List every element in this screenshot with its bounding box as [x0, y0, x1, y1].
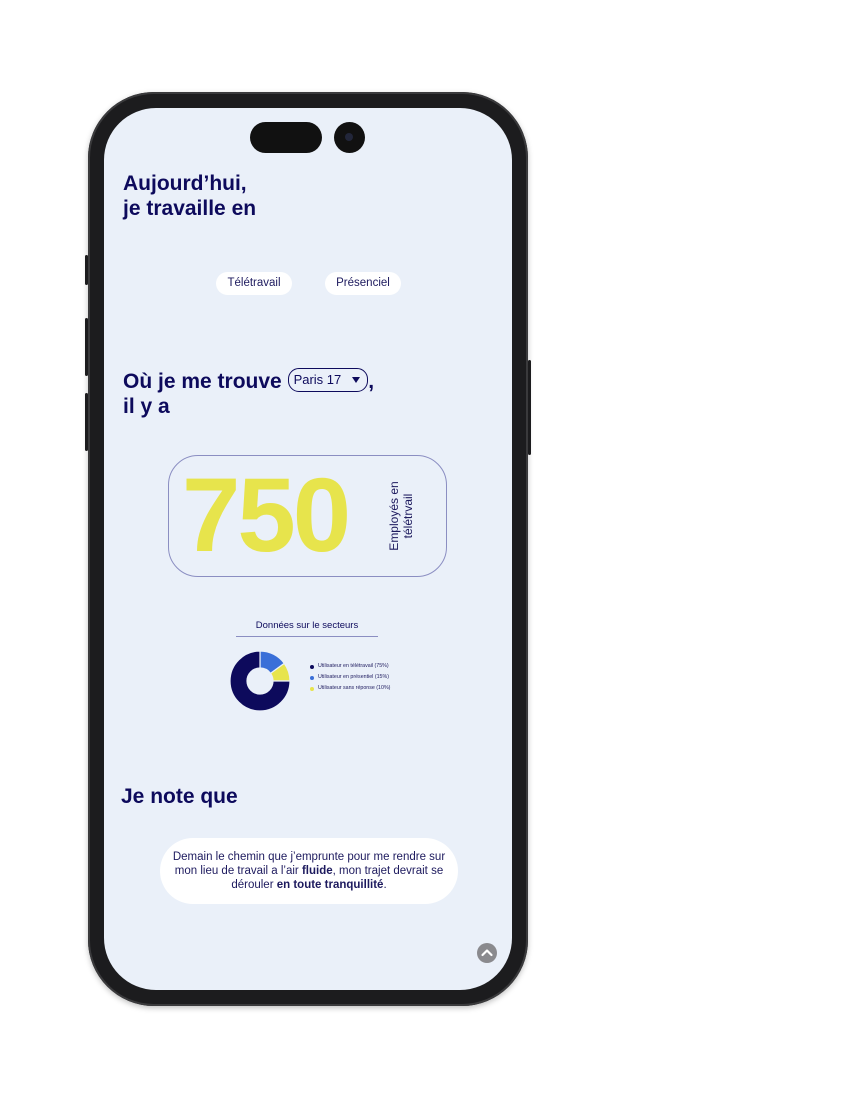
- dynamic-island: [250, 122, 322, 153]
- location-prefix: Où je me trouve: [123, 370, 282, 393]
- chevron-up-icon: [481, 949, 493, 957]
- legend-item: Utilisateur en présentiel (15%): [310, 672, 390, 683]
- phone-volume-up: [85, 318, 88, 376]
- location-suffix: ,: [368, 370, 375, 393]
- front-camera-icon: [334, 122, 365, 153]
- counter-label-wrap: Employés en télétrvail: [387, 478, 429, 554]
- legend-dot: [310, 675, 314, 680]
- sector-data-divider: [236, 636, 378, 637]
- headline-line1: Aujourd’hui,: [123, 172, 247, 195]
- sector-legend: Utilisateur en télétravail (75%) Utilisa…: [310, 661, 390, 694]
- location-select-value: Paris 17: [293, 372, 342, 388]
- legend-label: Utilisateur en présentiel (15%): [318, 674, 389, 680]
- note-heading: Je note que: [121, 785, 238, 808]
- headline-line2: je travaille en: [123, 197, 257, 220]
- note-part3: .: [383, 879, 387, 891]
- phone-power-button: [528, 360, 531, 455]
- option-presenciel-button[interactable]: Présenciel: [325, 272, 401, 295]
- phone-side-button: [85, 255, 88, 285]
- note-bold2: en toute tranquillité: [276, 879, 384, 891]
- caret-down-icon: [352, 377, 361, 384]
- phone-volume-down: [85, 393, 88, 451]
- location-line1: Où je me trouve Paris 17 ,: [123, 368, 375, 394]
- legend-item: Utilisateur en télétravail (75%): [310, 661, 390, 672]
- counter-label: Employés en télétrvail: [387, 481, 415, 551]
- note-text: Demain le chemin que j’emprunte pour me …: [160, 850, 458, 892]
- scroll-top-button[interactable]: [477, 943, 497, 963]
- location-select[interactable]: Paris 17: [287, 368, 369, 393]
- remote-workers-counter: 750 Employés en télétrvail: [168, 455, 447, 577]
- note-bold1: fluide: [301, 865, 333, 877]
- counter-value: 750: [182, 457, 351, 574]
- option-teletravail-button[interactable]: Télétravail: [216, 272, 292, 295]
- note-card: Demain le chemin que j’emprunte pour me …: [160, 838, 458, 904]
- location-heading: Où je me trouve Paris 17 , il y a: [123, 368, 375, 419]
- legend-dot: [310, 686, 314, 691]
- legend-item: Utilisateur sans réponse (10%): [310, 683, 390, 694]
- legend-dot: [310, 664, 314, 669]
- headline: Aujourd’hui, je travaille en: [123, 171, 256, 221]
- legend-label: Utilisateur en télétravail (75%): [318, 663, 389, 669]
- sector-data-title: Données sur le secteurs: [255, 620, 359, 631]
- sector-donut-chart: [230, 651, 290, 711]
- phone-screen: Aujourd’hui, je travaille en Télétravail…: [104, 108, 512, 990]
- location-line2: il y a: [123, 395, 170, 419]
- legend-label: Utilisateur sans réponse (10%): [318, 685, 391, 691]
